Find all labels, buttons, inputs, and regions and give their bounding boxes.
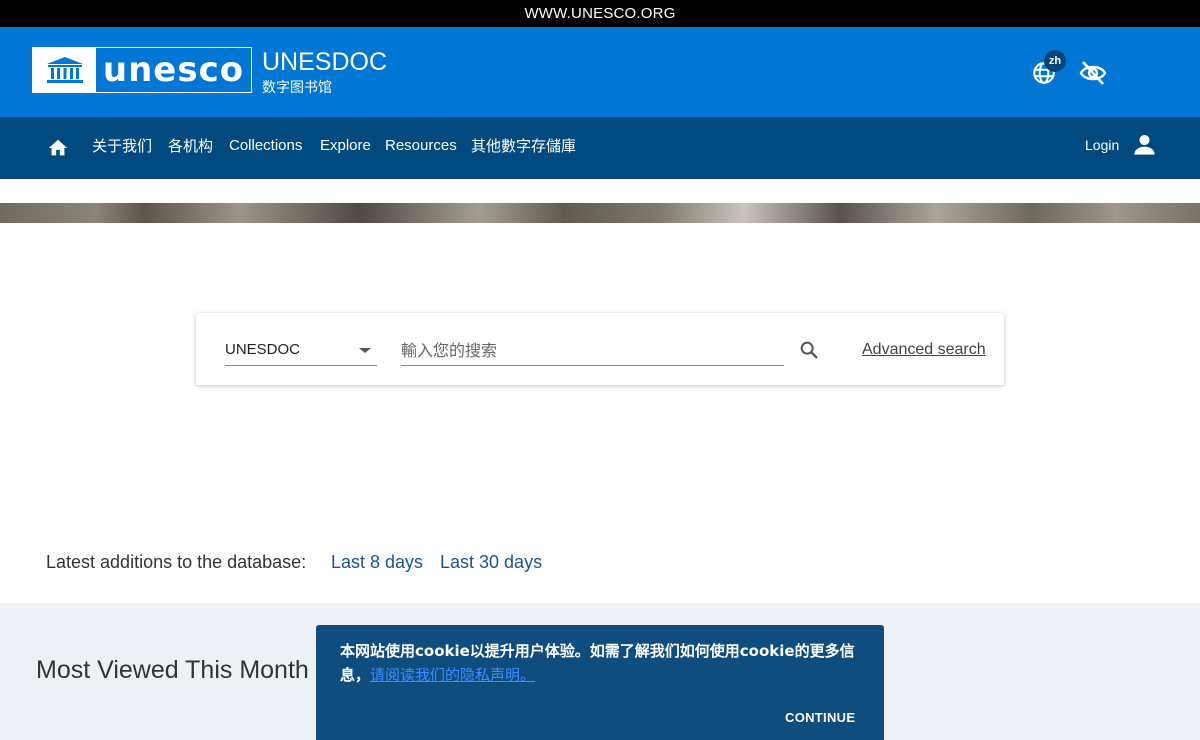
home-icon [48,139,68,156]
search-button[interactable] [798,339,820,361]
user-icon [1134,134,1155,155]
cookie-banner: 本网站使用cookie以提升用户体验。如需了解我们如何使用cookie的更多信息… [316,625,884,740]
last-8-days-link[interactable]: Last 8 days [331,551,423,573]
advanced-search-link[interactable]: Advanced search [862,340,986,360]
last-30-days-link[interactable]: Last 30 days [440,551,542,573]
search-icon [800,341,818,359]
unesco-logo[interactable]: unesco [32,47,252,93]
database-select[interactable]: UNESDOC [225,339,377,366]
top-bar: WWW.UNESCO.ORG [0,0,1200,27]
cookie-message: 本网站使用cookie以提升用户体验。如需了解我们如何使用cookie的更多信息… [340,639,864,687]
site-subtitle: 数字图书馆 [262,79,332,95]
database-select-value: UNESDOC [225,341,301,358]
logo-wordmark: unesco [102,50,245,90]
accessibility-button[interactable] [1078,59,1108,87]
hero-banner-image [0,203,1200,223]
nav-item-resources[interactable]: Resources [385,136,457,156]
user-button[interactable] [1131,131,1158,158]
privacy-link[interactable]: 请阅读我们的隐私声明。 [370,666,535,684]
eye-off-icon [1079,61,1107,85]
main-nav: 关于我们 各机构 Collections Explore Resources 其… [0,117,1200,179]
nav-item-other-repositories[interactable]: 其他數字存儲庫 [471,137,576,157]
site-header: unesco UNESDOC 数字图书馆 zh [0,27,1200,117]
nav-item-agencies[interactable]: 各机构 [168,137,213,157]
language-badge: zh [1044,50,1066,72]
nav-item-explore[interactable]: Explore [320,136,371,156]
latest-additions-label: Latest additions to the database: [46,552,307,572]
search-input[interactable] [401,338,784,366]
site-title[interactable]: UNESDOC [262,48,387,76]
cookie-continue-button[interactable]: CONTINUE [785,710,855,725]
nav-item-about[interactable]: 关于我们 [92,137,152,157]
nav-item-collections[interactable]: Collections [229,136,302,156]
most-viewed-title: Most Viewed This Month [36,656,309,684]
login-link[interactable]: Login [1085,135,1119,155]
search-panel: UNESDOC Advanced search [196,313,1004,385]
unesco-org-link[interactable]: WWW.UNESCO.ORG [524,5,675,22]
home-button[interactable] [47,137,69,159]
chevron-down-icon [359,348,371,353]
unesco-temple-icon [33,48,96,92]
